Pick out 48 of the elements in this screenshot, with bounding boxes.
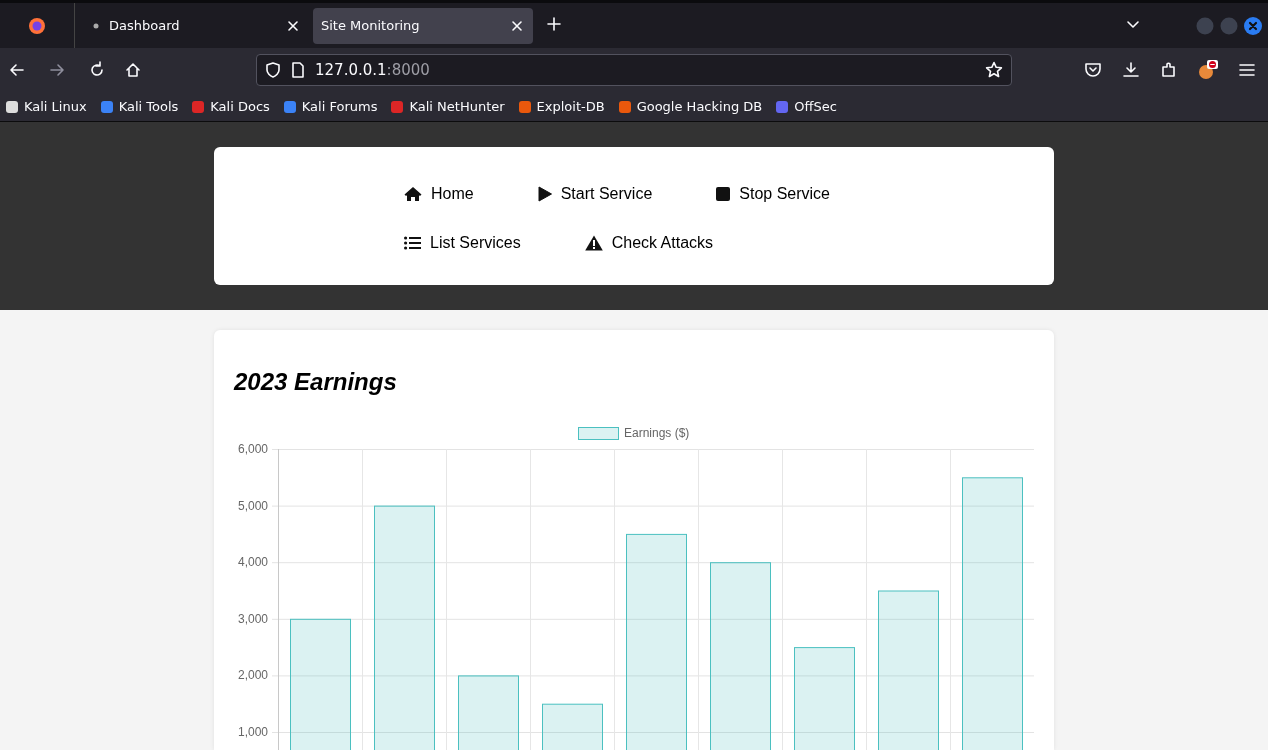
star-icon[interactable] <box>985 61 1003 79</box>
forward-icon[interactable] <box>48 61 66 79</box>
y-tick-label: 3,000 <box>237 611 268 626</box>
warning-icon <box>584 234 603 251</box>
nav-link[interactable]: Home <box>404 169 474 218</box>
play-icon <box>537 185 552 202</box>
bookmark[interactable]: Kali Forums <box>281 98 378 115</box>
menu-icon[interactable] <box>1238 61 1256 79</box>
nav-link[interactable]: Start Service <box>537 169 653 218</box>
y-tick-label: 6,000 <box>237 442 268 456</box>
reload-icon[interactable] <box>88 61 106 79</box>
home-icon <box>404 185 422 202</box>
y-tick-label: 5,000 <box>237 498 268 513</box>
bookmark[interactable]: Kali Linux <box>4 98 87 115</box>
y-tick-label: 4,000 <box>237 555 268 570</box>
shield-icon[interactable] <box>265 62 281 78</box>
browser-tab[interactable]: Dashboard <box>79 7 309 44</box>
tab-dot-icon <box>93 22 99 29</box>
new-tab-icon[interactable] <box>547 17 561 31</box>
nav-link[interactable]: List Services <box>404 218 521 267</box>
bookmark[interactable]: Google Hacking DB <box>616 98 763 115</box>
home-icon[interactable] <box>124 61 142 79</box>
y-tick-label: 2,000 <box>237 668 268 683</box>
chart-title: 2023 Earnings <box>234 368 397 396</box>
list-icon <box>404 235 421 250</box>
close-icon[interactable] <box>511 19 523 32</box>
bookmark[interactable]: OffSec <box>774 98 837 115</box>
nav-link[interactable]: Check Attacks <box>584 218 714 267</box>
bookmark[interactable]: Kali Docs <box>190 98 270 115</box>
nav-link[interactable]: Stop Service <box>716 169 830 218</box>
extension-icon[interactable] <box>1198 60 1218 80</box>
address-bar[interactable]: 127.0.0.1:8000 <box>256 54 1012 86</box>
page-icon <box>291 62 305 78</box>
close-icon[interactable] <box>287 19 299 32</box>
bookmark[interactable]: Exploit-DB <box>516 98 605 115</box>
download-icon[interactable] <box>1122 61 1140 79</box>
legend-swatch <box>578 427 619 440</box>
back-icon[interactable] <box>8 61 26 79</box>
bookmark[interactable]: Kali NetHunter <box>389 98 505 115</box>
bookmark[interactable]: Kali Tools <box>98 98 179 115</box>
browser-logo-icon <box>28 16 46 35</box>
stop-icon <box>716 186 731 201</box>
legend-label: Earnings ($) <box>624 426 690 440</box>
chevron-down-icon[interactable] <box>1126 20 1140 30</box>
pocket-icon[interactable] <box>1084 61 1102 79</box>
url-text: 127.0.0.1:8000 <box>315 61 431 79</box>
y-tick-label: 1,000 <box>237 725 268 739</box>
browser-tab[interactable]: Site Monitoring <box>313 7 533 44</box>
